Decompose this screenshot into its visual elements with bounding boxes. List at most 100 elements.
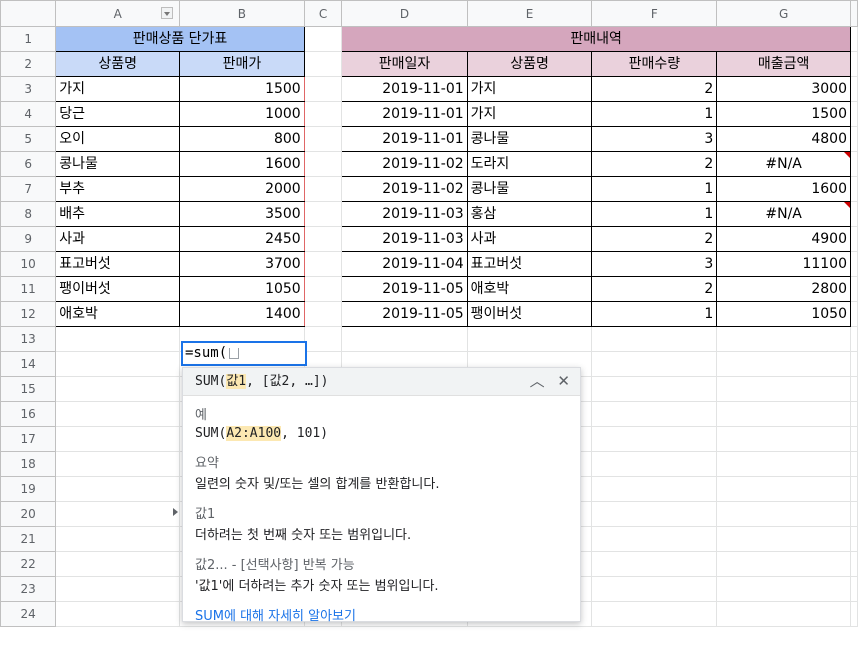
column-header-f[interactable]: F [591, 0, 718, 27]
table2-header-qty[interactable]: 판매수량 [591, 51, 718, 77]
cell[interactable] [850, 576, 858, 602]
cell[interactable] [591, 401, 718, 427]
cell[interactable] [466, 326, 593, 352]
table2-amount-cell[interactable]: 3000 [716, 76, 851, 102]
cell[interactable] [303, 301, 343, 327]
cell[interactable] [303, 26, 343, 52]
table2-product-cell[interactable]: 홍삼 [466, 201, 593, 227]
cell[interactable] [850, 601, 858, 627]
row-header-13[interactable]: 13 [0, 326, 57, 352]
table2-date-cell[interactable]: 2019-11-01 [341, 101, 468, 127]
cell[interactable] [716, 476, 851, 502]
table2-product-cell[interactable]: 가지 [466, 76, 593, 102]
table2-amount-cell[interactable]: 1500 [716, 101, 851, 127]
cell[interactable] [716, 326, 851, 352]
cell[interactable] [850, 301, 858, 327]
table2-header-date[interactable]: 판매일자 [341, 51, 468, 77]
table1-product-cell[interactable]: 오이 [55, 126, 181, 152]
table1-product-cell[interactable]: 사과 [55, 226, 181, 252]
table2-amount-error-cell[interactable]: #N/A [716, 151, 851, 177]
table2-product-cell[interactable]: 도라지 [466, 151, 593, 177]
table2-qty-cell[interactable]: 1 [591, 101, 718, 127]
table1-price-cell[interactable]: 1500 [179, 76, 305, 102]
cell[interactable] [303, 276, 343, 302]
row-header-1[interactable]: 1 [0, 26, 57, 52]
cell[interactable] [303, 226, 343, 252]
table2-product-cell[interactable]: 가지 [466, 101, 593, 127]
table2-qty-cell[interactable]: 2 [591, 276, 718, 302]
filter-dropdown-icon[interactable] [161, 7, 174, 19]
cell[interactable] [850, 476, 858, 502]
cell[interactable] [55, 601, 181, 627]
table2-product-cell[interactable]: 콩나물 [466, 126, 593, 152]
table1-product-cell[interactable]: 당근 [55, 101, 181, 127]
table2-amount-cell[interactable]: 1600 [716, 176, 851, 202]
row-header-3[interactable]: 3 [0, 76, 57, 102]
table2-date-cell[interactable]: 2019-11-01 [341, 76, 468, 102]
cell[interactable] [591, 526, 718, 552]
table2-amount-error-cell[interactable]: #N/A [716, 201, 851, 227]
cell[interactable] [716, 576, 851, 602]
table1-price-cell[interactable]: 1400 [179, 301, 305, 327]
cell[interactable] [303, 176, 343, 202]
cell[interactable] [850, 551, 858, 577]
row-header-14[interactable]: 14 [0, 351, 57, 377]
cell[interactable] [850, 201, 858, 227]
row-header-23[interactable]: 23 [0, 576, 57, 602]
table1-header-price[interactable]: 판매가 [179, 51, 305, 77]
cell-editor-b13[interactable]: =sum( [181, 341, 307, 366]
row-header-6[interactable]: 6 [0, 151, 57, 177]
row-header-21[interactable]: 21 [0, 526, 57, 552]
cell[interactable] [591, 351, 718, 377]
row-header-22[interactable]: 22 [0, 551, 57, 577]
cell[interactable] [341, 326, 468, 352]
row-header-5[interactable]: 5 [0, 126, 57, 152]
cell[interactable] [591, 551, 718, 577]
cell[interactable] [591, 451, 718, 477]
cell[interactable] [716, 526, 851, 552]
column-header-c[interactable]: C [303, 0, 343, 27]
table1-product-cell[interactable]: 배추 [55, 201, 181, 227]
cell[interactable] [850, 226, 858, 252]
cell[interactable] [850, 151, 858, 177]
cell[interactable] [850, 426, 858, 452]
cell[interactable] [850, 126, 858, 152]
row-header-17[interactable]: 17 [0, 426, 57, 452]
table2-product-cell[interactable]: 사과 [466, 226, 593, 252]
table2-amount-cell[interactable]: 4900 [716, 226, 851, 252]
cell[interactable] [55, 426, 181, 452]
table1-product-cell[interactable]: 가지 [55, 76, 181, 102]
row-header-15[interactable]: 15 [0, 376, 57, 402]
table2-date-cell[interactable]: 2019-11-02 [341, 176, 468, 202]
cell[interactable] [55, 476, 181, 502]
cell[interactable] [850, 326, 858, 352]
cell[interactable] [591, 426, 718, 452]
cell[interactable] [303, 251, 343, 277]
cell[interactable] [303, 76, 343, 102]
row-header-9[interactable]: 9 [0, 226, 57, 252]
row-header-12[interactable]: 12 [0, 301, 57, 327]
table2-amount-cell[interactable]: 2800 [716, 276, 851, 302]
cell[interactable] [850, 276, 858, 302]
column-header-d[interactable]: D [341, 0, 468, 27]
row-header-10[interactable]: 10 [0, 251, 57, 277]
cell[interactable] [303, 101, 343, 127]
select-all-corner[interactable] [0, 0, 57, 27]
row-header-8[interactable]: 8 [0, 201, 57, 227]
table1-price-cell[interactable]: 1050 [179, 276, 305, 302]
cell[interactable] [716, 426, 851, 452]
row-header-19[interactable]: 19 [0, 476, 57, 502]
column-header-g[interactable]: G [716, 0, 851, 27]
cell[interactable] [303, 51, 343, 77]
table1-title[interactable]: 판매상품 단가표 [55, 26, 305, 52]
table2-header-product[interactable]: 상품명 [466, 51, 593, 77]
table1-product-cell[interactable]: 부추 [55, 176, 181, 202]
cell[interactable] [55, 376, 181, 402]
row-header-18[interactable]: 18 [0, 451, 57, 477]
table2-qty-cell[interactable]: 1 [591, 176, 718, 202]
table2-product-cell[interactable]: 애호박 [466, 276, 593, 302]
table1-price-cell[interactable]: 3500 [179, 201, 305, 227]
table1-price-cell[interactable]: 1600 [179, 151, 305, 177]
table1-price-cell[interactable]: 3700 [179, 251, 305, 277]
table2-date-cell[interactable]: 2019-11-03 [341, 201, 468, 227]
